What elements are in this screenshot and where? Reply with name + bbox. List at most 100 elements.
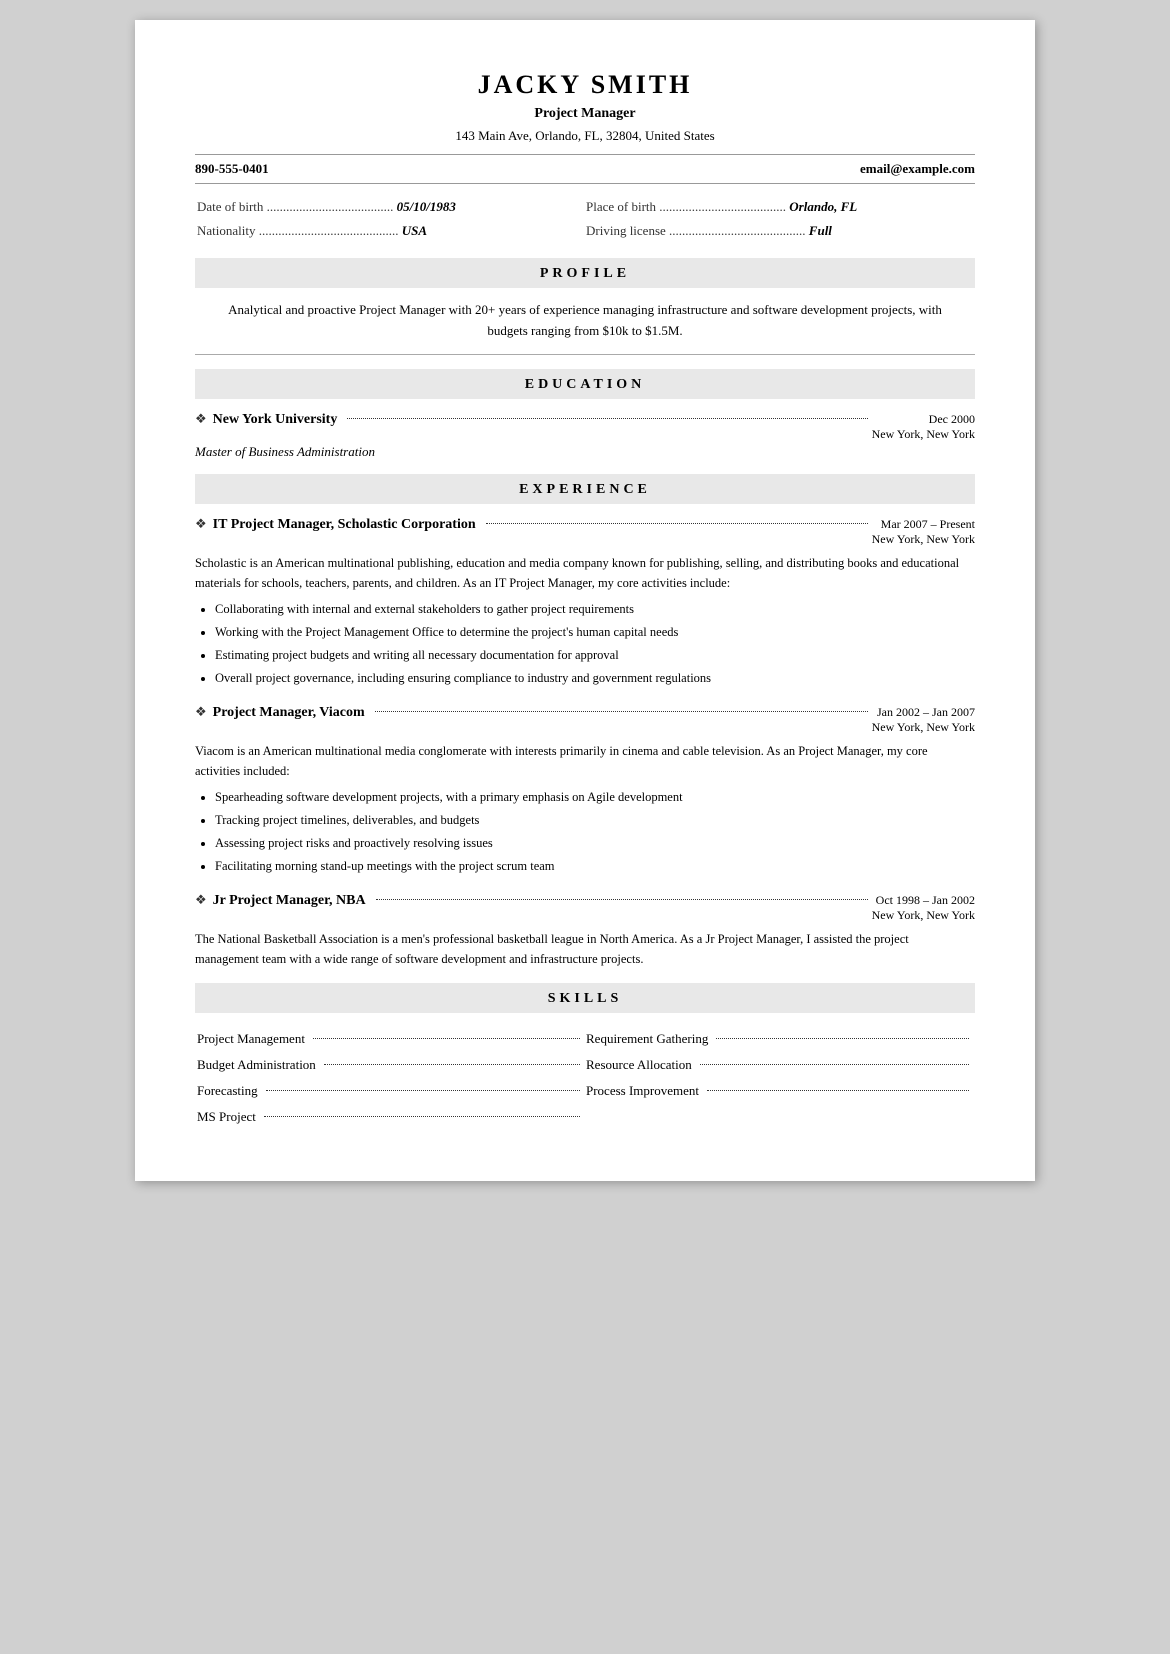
exp2-left: ❖ Project Manager, Viacom	[195, 704, 872, 721]
skills-table: Project Management Requirement Gathering…	[195, 1025, 975, 1131]
skill-left-4: MS Project	[197, 1105, 584, 1129]
edu-org: New York University	[213, 412, 338, 428]
exp2-location: New York, New York	[872, 720, 975, 735]
exp1-location: New York, New York	[872, 532, 975, 547]
skill-name: Forecasting	[197, 1083, 258, 1099]
education-section-header: EDUCATION	[195, 369, 975, 399]
nationality-value: USA	[402, 223, 427, 238]
edu-meta: Dec 2000 New York, New York	[872, 412, 975, 442]
exp1-bullets: Collaborating with internal and external…	[195, 599, 975, 690]
skill-right-3: Process Improvement	[586, 1079, 973, 1103]
contact-row: 890-555-0401 email@example.com	[195, 154, 975, 184]
diamond-icon: ❖	[195, 892, 207, 908]
edu-degree: Master of Business Administration	[195, 444, 975, 460]
skill-dots	[707, 1090, 969, 1091]
exp2-meta: Jan 2002 – Jan 2007 New York, New York	[872, 705, 975, 735]
diamond-icon: ❖	[195, 516, 207, 532]
dob-row: Date of birth ..........................…	[197, 196, 584, 218]
edu-entry-header: ❖ New York University Dec 2000 New York,…	[195, 411, 975, 442]
license-label: Driving license	[586, 223, 666, 238]
candidate-name: JACKY SMITH	[195, 70, 975, 100]
exp3-meta: Oct 1998 – Jan 2002 New York, New York	[872, 893, 975, 923]
edu-date: Dec 2000	[872, 412, 975, 427]
edu-entry-left: ❖ New York University	[195, 411, 872, 428]
skill-left-1: Project Management	[197, 1027, 584, 1051]
exp-entry-2: ❖ Project Manager, Viacom Jan 2002 – Jan…	[195, 704, 975, 878]
nationality-label: Nationality	[197, 223, 256, 238]
candidate-email: email@example.com	[860, 161, 975, 177]
education-title: EDUCATION	[525, 377, 646, 392]
skills-section-header: SKILLS	[195, 983, 975, 1013]
license-row: Driving license ........................…	[586, 220, 973, 242]
skill-name: Budget Administration	[197, 1057, 316, 1073]
dob-value: 05/10/1983	[397, 199, 456, 214]
skill-dots	[700, 1064, 969, 1065]
exp2-description: Viacom is an American multinational medi…	[195, 741, 975, 781]
profile-divider	[195, 354, 975, 355]
skill-dots	[266, 1090, 580, 1091]
exp3-location: New York, New York	[872, 908, 975, 923]
personal-info-table: Date of birth ..........................…	[195, 194, 975, 244]
skill-right-2: Resource Allocation	[586, 1053, 973, 1077]
skill-right-empty	[586, 1105, 973, 1129]
list-item: Tracking project timelines, deliverables…	[215, 810, 975, 831]
resume-header: JACKY SMITH Project Manager 143 Main Ave…	[195, 70, 975, 144]
list-item: Working with the Project Management Offi…	[215, 622, 975, 643]
skill-name: Process Improvement	[586, 1083, 699, 1099]
exp1-dots	[486, 523, 868, 524]
exp1-description: Scholastic is an American multinational …	[195, 553, 975, 593]
skills-title: SKILLS	[548, 991, 623, 1006]
pob-label: Place of birth	[586, 199, 656, 214]
skill-dots	[264, 1116, 580, 1117]
exp3-description: The National Basketball Association is a…	[195, 929, 975, 969]
pob-row: Place of birth .........................…	[586, 196, 973, 218]
exp1-meta: Mar 2007 – Present New York, New York	[872, 517, 975, 547]
skill-dots	[324, 1064, 580, 1065]
profile-text: Analytical and proactive Project Manager…	[195, 300, 975, 342]
exp1-date: Mar 2007 – Present	[872, 517, 975, 532]
exp2-date: Jan 2002 – Jan 2007	[872, 705, 975, 720]
exp1-header: ❖ IT Project Manager, Scholastic Corpora…	[195, 516, 975, 547]
nationality-row: Nationality ............................…	[197, 220, 584, 242]
list-item: Spearheading software development projec…	[215, 787, 975, 808]
exp2-bullets: Spearheading software development projec…	[195, 787, 975, 878]
experience-title: EXPERIENCE	[519, 482, 651, 497]
exp3-left: ❖ Jr Project Manager, NBA	[195, 892, 872, 909]
skill-left-2: Budget Administration	[197, 1053, 584, 1077]
education-entry: ❖ New York University Dec 2000 New York,…	[195, 411, 975, 460]
skill-left-3: Forecasting	[197, 1079, 584, 1103]
exp-entry-3: ❖ Jr Project Manager, NBA Oct 1998 – Jan…	[195, 892, 975, 969]
resume-document: JACKY SMITH Project Manager 143 Main Ave…	[135, 20, 1035, 1181]
exp-entry-1: ❖ IT Project Manager, Scholastic Corpora…	[195, 516, 975, 690]
edu-dots	[347, 418, 867, 419]
candidate-title: Project Manager	[195, 106, 975, 122]
pob-value: Orlando, FL	[789, 199, 857, 214]
exp2-header: ❖ Project Manager, Viacom Jan 2002 – Jan…	[195, 704, 975, 735]
candidate-address: 143 Main Ave, Orlando, FL, 32804, United…	[195, 128, 975, 144]
diamond-icon: ❖	[195, 411, 207, 427]
skill-name: MS Project	[197, 1109, 256, 1125]
exp2-title: Project Manager, Viacom	[213, 705, 365, 721]
profile-section-header: PROFILE	[195, 258, 975, 288]
exp3-date: Oct 1998 – Jan 2002	[872, 893, 975, 908]
exp3-header: ❖ Jr Project Manager, NBA Oct 1998 – Jan…	[195, 892, 975, 923]
profile-title: PROFILE	[540, 266, 630, 281]
skill-dots	[313, 1038, 580, 1039]
skill-name: Resource Allocation	[586, 1057, 692, 1073]
candidate-phone: 890-555-0401	[195, 161, 269, 177]
exp2-dots	[375, 711, 868, 712]
list-item: Facilitating morning stand-up meetings w…	[215, 856, 975, 877]
skill-name: Project Management	[197, 1031, 305, 1047]
license-value: Full	[809, 223, 832, 238]
skill-dots	[716, 1038, 969, 1039]
list-item: Assessing project risks and proactively …	[215, 833, 975, 854]
exp1-left: ❖ IT Project Manager, Scholastic Corpora…	[195, 516, 872, 533]
exp3-dots	[376, 899, 868, 900]
edu-location: New York, New York	[872, 427, 975, 442]
list-item: Estimating project budgets and writing a…	[215, 645, 975, 666]
experience-section-header: EXPERIENCE	[195, 474, 975, 504]
exp1-title: IT Project Manager, Scholastic Corporati…	[213, 517, 476, 533]
diamond-icon: ❖	[195, 704, 207, 720]
list-item: Overall project governance, including en…	[215, 668, 975, 689]
list-item: Collaborating with internal and external…	[215, 599, 975, 620]
